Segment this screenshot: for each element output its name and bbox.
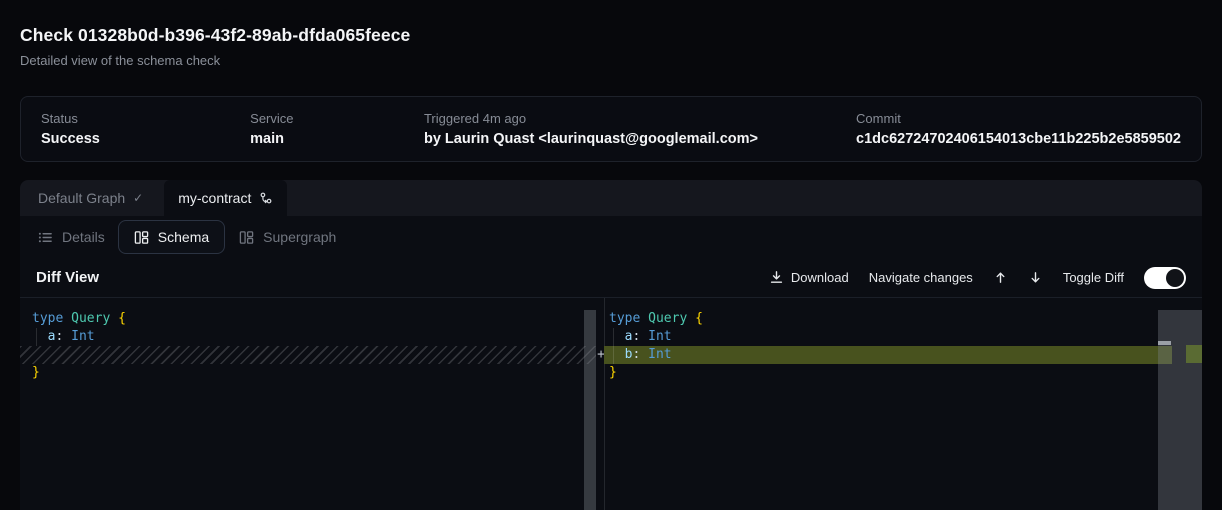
code-line: } (32, 364, 40, 382)
arrow-up-icon (993, 270, 1008, 285)
commit-value: c1dc62724702406154013cbe11b225b2e5859502 (856, 131, 1181, 147)
code-line: a: Int (609, 328, 672, 346)
service-label: Service (250, 111, 424, 126)
triggered-label: Triggered 4m ago (424, 111, 856, 126)
overview-ruler-added-mark (1186, 345, 1202, 363)
minimap-code-mark (1158, 341, 1171, 345)
service-value: main (250, 131, 424, 147)
git-compare-icon (259, 191, 273, 205)
previous-change-button[interactable] (993, 270, 1008, 285)
added-line-highlight (604, 346, 1172, 364)
commit-label: Commit (856, 111, 1181, 126)
columns-icon (134, 230, 149, 245)
minimap-scrollbar[interactable] (1158, 310, 1202, 510)
code-line-added: b: Int (609, 346, 672, 364)
tab-default-graph-label: Default Graph (38, 190, 125, 206)
toggle-diff-switch[interactable] (1144, 267, 1186, 289)
page-subtitle: Detailed view of the schema check (20, 53, 220, 68)
tab-my-contract[interactable]: my-contract (164, 180, 287, 216)
navigate-changes-label: Navigate changes (869, 270, 973, 285)
graph-tab-strip: Default Graph ✓ my-contract (20, 180, 1202, 216)
code-line: } (609, 364, 617, 382)
download-label: Download (791, 270, 849, 285)
code-line: type Query { (32, 310, 126, 328)
page-title: Check 01328b0d-b396-43f2-89ab-dfda065fee… (20, 25, 410, 46)
tab-supergraph[interactable]: Supergraph (237, 229, 338, 245)
check-summary-card: Status Success Service main Triggered 4m… (20, 96, 1202, 162)
view-tab-bar: Details Schema Supergraph (20, 216, 1202, 258)
status-label: Status (41, 111, 250, 126)
status-column: Status Success (41, 111, 250, 161)
diff-toolbar: Diff View Download Navigate changes (20, 258, 1202, 298)
tab-details-label: Details (62, 229, 105, 245)
tab-schema-label: Schema (158, 229, 209, 245)
diff-empty-placeholder (20, 346, 596, 364)
diff-actions: Download Navigate changes Toggle Diff (769, 267, 1186, 289)
service-column: Service main (250, 111, 424, 161)
toggle-diff-knob (1166, 269, 1184, 287)
schema-diff-editor: type Query { a: Int } + type Query { a: … (20, 298, 1202, 510)
triggered-value: by Laurin Quast <laurinquast@googlemail.… (424, 131, 856, 147)
tab-my-contract-label: my-contract (178, 190, 251, 206)
check-mark-icon: ✓ (133, 191, 143, 205)
next-change-button[interactable] (1028, 270, 1043, 285)
tab-details[interactable]: Details (36, 229, 107, 245)
download-button[interactable]: Download (769, 270, 849, 285)
status-value: Success (41, 131, 250, 147)
left-pane-scrollbar[interactable] (584, 310, 596, 510)
toggle-diff-label: Toggle Diff (1063, 270, 1124, 285)
download-icon (769, 270, 784, 285)
code-line: a: Int (32, 328, 95, 346)
list-icon (38, 230, 53, 245)
triggered-column: Triggered 4m ago by Laurin Quast <laurin… (424, 111, 856, 161)
schema-check-panel: Default Graph ✓ my-contract (20, 180, 1202, 510)
columns-icon (239, 230, 254, 245)
tab-schema[interactable]: Schema (118, 220, 225, 254)
arrow-down-icon (1028, 270, 1043, 285)
commit-column: Commit c1dc62724702406154013cbe11b225b2e… (856, 111, 1181, 161)
diff-view-title: Diff View (36, 269, 99, 286)
code-line: type Query { (609, 310, 703, 328)
pane-divider (604, 298, 605, 510)
tab-supergraph-label: Supergraph (263, 229, 336, 245)
tab-default-graph[interactable]: Default Graph ✓ (20, 180, 161, 216)
